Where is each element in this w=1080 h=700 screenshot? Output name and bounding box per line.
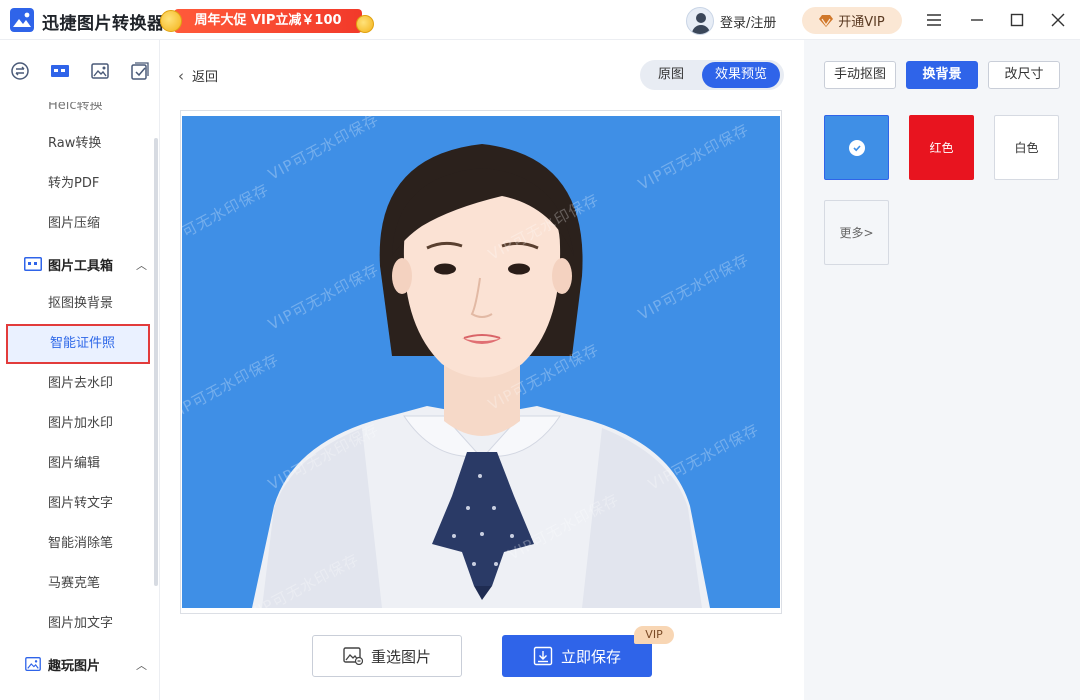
chevron-up-icon: ︿ <box>136 259 147 272</box>
reselect-label: 重选图片 <box>370 647 431 666</box>
sidebar-item-eraser[interactable]: 智能消除笔 <box>0 524 150 564</box>
close-icon[interactable] <box>1048 10 1068 30</box>
avatar <box>686 7 714 35</box>
sidebar-list: Heic转换 Raw转换 转为PDF 图片压缩 图片工具箱 ︿ 抠图换背景 智能… <box>0 102 159 700</box>
sidebar-item-pdf[interactable]: 转为PDF <box>0 164 150 204</box>
toggle-preview[interactable]: 效果预览 <box>702 62 780 88</box>
minimize-icon[interactable] <box>967 10 987 30</box>
sidebar-item-heic[interactable]: Heic转换 <box>0 102 150 116</box>
toolbox-icon <box>24 257 42 271</box>
tab-manual-cutout[interactable]: 手动抠图 <box>824 61 896 89</box>
sidebar-item-id-photo[interactable]: 智能证件照 <box>6 324 150 364</box>
sidebar-item-mosaic[interactable]: 马赛克笔 <box>0 564 150 604</box>
vip-badge: VIP <box>634 626 674 644</box>
swatch-blue[interactable] <box>824 115 889 180</box>
image-category-icon[interactable] <box>80 51 120 91</box>
open-vip-button[interactable]: 开通VIP <box>802 7 902 34</box>
main-workspace: ‹ 返回 原图 效果预览 VIP可无水印保存 VIP可无水印保存 VIP可无水印… <box>160 40 804 700</box>
app-title: 迅捷图片转换器 <box>42 14 165 34</box>
convert-category-icon[interactable] <box>0 51 40 91</box>
maximize-icon[interactable] <box>1007 10 1027 30</box>
chevron-left-icon: ‹ <box>178 66 184 85</box>
sidebar-item-remove-watermark[interactable]: 图片去水印 <box>0 364 150 404</box>
coin-icon <box>356 15 374 33</box>
menu-icon[interactable] <box>924 10 944 30</box>
title-bar: 迅捷图片转换器 周年大促 VIP立减￥100 登录/注册 开通VIP <box>0 0 1080 40</box>
back-button[interactable]: ‹ 返回 <box>178 66 219 86</box>
check-icon <box>848 139 865 156</box>
edit-category-icon[interactable] <box>120 51 159 91</box>
coin-icon <box>160 10 182 32</box>
app-logo-icon <box>10 8 34 32</box>
sidebar-item-raw[interactable]: Raw转换 <box>0 124 150 164</box>
chevron-up-icon: ︿ <box>136 659 147 672</box>
image-replace-icon <box>343 647 363 665</box>
sidebar-category-bar <box>0 40 159 102</box>
login-label: 登录/注册 <box>720 15 777 31</box>
toolbox-category-icon[interactable] <box>40 51 80 91</box>
id-photo-preview: VIP可无水印保存 VIP可无水印保存 VIP可无水印保存 VIP可无水印保存 … <box>182 116 780 608</box>
vip-label: 开通VIP <box>838 15 885 30</box>
group-label: 趣玩图片 <box>48 658 101 674</box>
tab-resize[interactable]: 改尺寸 <box>988 61 1060 89</box>
toggle-original[interactable]: 原图 <box>640 62 702 88</box>
download-icon <box>533 646 553 666</box>
reselect-image-button[interactable]: 重选图片 <box>312 635 462 677</box>
swatch-white[interactable]: 白色 <box>994 115 1059 180</box>
promo-banner[interactable]: 周年大促 VIP立减￥100 <box>160 7 374 35</box>
sidebar-item-ocr[interactable]: 图片转文字 <box>0 484 150 524</box>
vip-gem-icon <box>819 14 834 27</box>
save-now-button[interactable]: 立即保存 <box>502 635 652 677</box>
swatch-red[interactable]: 红色 <box>909 115 974 180</box>
tab-change-background[interactable]: 换背景 <box>906 61 978 89</box>
right-settings-panel: 手动抠图 换背景 改尺寸 红色 白色 更多> <box>804 40 1080 700</box>
sidebar-item-cutout[interactable]: 抠图换背景 <box>0 284 150 324</box>
back-label: 返回 <box>192 70 219 85</box>
sidebar-item-compress[interactable]: 图片压缩 <box>0 204 150 244</box>
save-label: 立即保存 <box>560 647 621 666</box>
fun-image-icon <box>25 657 41 671</box>
promo-text: 周年大促 VIP立减￥100 <box>174 9 362 33</box>
sidebar-group-fun[interactable]: 趣玩图片 ︿ <box>0 644 150 684</box>
photo-preview-frame: VIP可无水印保存 VIP可无水印保存 VIP可无水印保存 VIP可无水印保存 … <box>180 110 782 614</box>
view-toggle: 原图 效果预览 <box>640 60 784 90</box>
sidebar-item-add-watermark[interactable]: 图片加水印 <box>0 404 150 444</box>
login-button[interactable]: 登录/注册 <box>686 7 776 35</box>
more-colors-button[interactable]: 更多> <box>824 200 889 265</box>
sidebar: Heic转换 Raw转换 转为PDF 图片压缩 图片工具箱 ︿ 抠图换背景 智能… <box>0 40 160 700</box>
group-label: 图片工具箱 <box>48 258 114 274</box>
sidebar-item-edit[interactable]: 图片编辑 <box>0 444 150 484</box>
sidebar-item-add-text[interactable]: 图片加文字 <box>0 604 150 644</box>
sidebar-scrollbar[interactable] <box>154 138 158 586</box>
sidebar-group-toolbox[interactable]: 图片工具箱 ︿ <box>0 244 150 284</box>
